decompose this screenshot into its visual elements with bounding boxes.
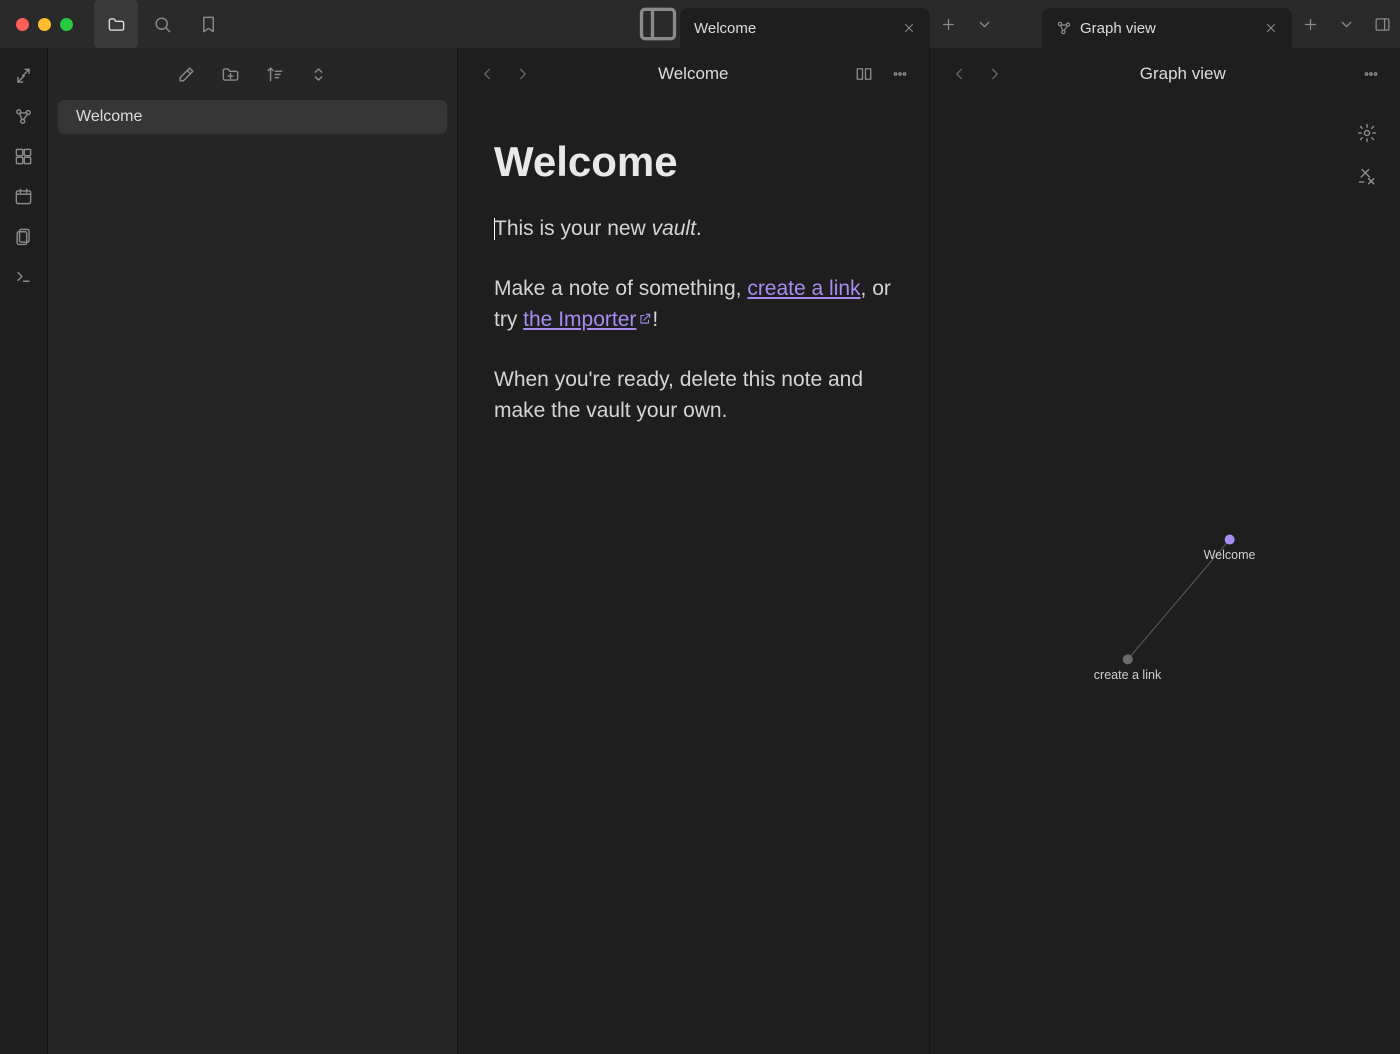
pane-title[interactable]: Welcome bbox=[544, 64, 843, 84]
graph-view-icon[interactable] bbox=[6, 98, 42, 134]
sort-icon[interactable] bbox=[257, 56, 293, 92]
tab-title: Welcome bbox=[694, 20, 890, 37]
templates-icon[interactable] bbox=[6, 218, 42, 254]
tab-welcome[interactable]: Welcome bbox=[680, 8, 930, 48]
tab-group-right: Graph view bbox=[1042, 0, 1400, 48]
note-editor[interactable]: Welcome This is your new vault. Make a n… bbox=[458, 100, 929, 475]
tab-list-dropdown[interactable] bbox=[966, 0, 1002, 48]
tab-title: Graph view bbox=[1080, 20, 1252, 37]
files-tab-icon[interactable] bbox=[94, 0, 138, 48]
nav-back-icon[interactable] bbox=[944, 59, 974, 89]
workspace: Welcome Welcome This is your new vault. … bbox=[458, 48, 1400, 1054]
external-link-importer[interactable]: the Importer bbox=[523, 308, 652, 331]
nav-forward-icon[interactable] bbox=[508, 59, 538, 89]
reading-mode-icon[interactable] bbox=[849, 59, 879, 89]
file-explorer-toolbar bbox=[48, 48, 457, 100]
graph-node-label[interactable]: create a link bbox=[1094, 668, 1161, 682]
new-folder-icon[interactable] bbox=[213, 56, 249, 92]
collapse-icon[interactable] bbox=[301, 56, 337, 92]
pane-note: Welcome Welcome This is your new vault. … bbox=[458, 48, 929, 1054]
window-zoom-button[interactable] bbox=[60, 18, 73, 31]
pane-title[interactable]: Graph view bbox=[1016, 64, 1351, 84]
left-sidebar-toggle-icon[interactable] bbox=[636, 0, 680, 48]
pane-header: Graph view bbox=[930, 48, 1400, 100]
search-tab-icon[interactable] bbox=[140, 0, 184, 48]
file-item-label: Welcome bbox=[76, 108, 142, 126]
window-controls bbox=[0, 0, 89, 48]
graph-node-label[interactable]: Welcome bbox=[1204, 548, 1256, 562]
ribbon bbox=[0, 48, 48, 1054]
bookmarks-tab-icon[interactable] bbox=[186, 0, 230, 48]
new-tab-button[interactable] bbox=[1292, 0, 1328, 48]
left-sidebar-tab-switcher bbox=[89, 0, 231, 48]
more-options-icon[interactable] bbox=[885, 59, 915, 89]
pane-header: Welcome bbox=[458, 48, 929, 100]
more-options-icon[interactable] bbox=[1356, 59, 1386, 89]
note-paragraph: When you're ready, delete this note and … bbox=[494, 364, 893, 427]
tab-group-left: Welcome bbox=[680, 0, 1002, 48]
graph-canvas[interactable]: Welcome create a link bbox=[930, 100, 1400, 1054]
window-close-button[interactable] bbox=[16, 18, 29, 31]
tab-list-dropdown[interactable] bbox=[1328, 0, 1364, 48]
internal-link-create-a-link[interactable]: create a link bbox=[747, 277, 860, 300]
graph-icon bbox=[1056, 20, 1072, 36]
nav-back-icon[interactable] bbox=[472, 59, 502, 89]
note-paragraph: This is your new vault. bbox=[494, 213, 893, 245]
note-heading: Welcome bbox=[494, 130, 893, 193]
window-minimize-button[interactable] bbox=[38, 18, 51, 31]
file-explorer: Welcome bbox=[48, 48, 458, 1054]
external-link-icon bbox=[638, 312, 652, 326]
new-note-icon[interactable] bbox=[169, 56, 205, 92]
graph-svg bbox=[930, 100, 1400, 1053]
pane-graph: Graph view Welcome create a link bbox=[929, 48, 1400, 1054]
tab-close-button[interactable] bbox=[1260, 17, 1282, 39]
tab-close-button[interactable] bbox=[898, 17, 920, 39]
file-item-welcome[interactable]: Welcome bbox=[58, 100, 447, 134]
nav-forward-icon[interactable] bbox=[980, 59, 1010, 89]
tab-graph-view[interactable]: Graph view bbox=[1042, 8, 1292, 48]
quick-switcher-icon[interactable] bbox=[6, 58, 42, 94]
right-sidebar-toggle-icon[interactable] bbox=[1364, 0, 1400, 48]
canvas-icon[interactable] bbox=[6, 138, 42, 174]
new-tab-button[interactable] bbox=[930, 0, 966, 48]
daily-note-icon[interactable] bbox=[6, 178, 42, 214]
file-tree: Welcome bbox=[48, 100, 457, 134]
titlebar: Welcome Graph view bbox=[0, 0, 1400, 48]
note-paragraph: Make a note of something, create a link,… bbox=[494, 273, 893, 336]
main: Welcome Welcome bbox=[0, 48, 1400, 1054]
command-palette-icon[interactable] bbox=[6, 258, 42, 294]
